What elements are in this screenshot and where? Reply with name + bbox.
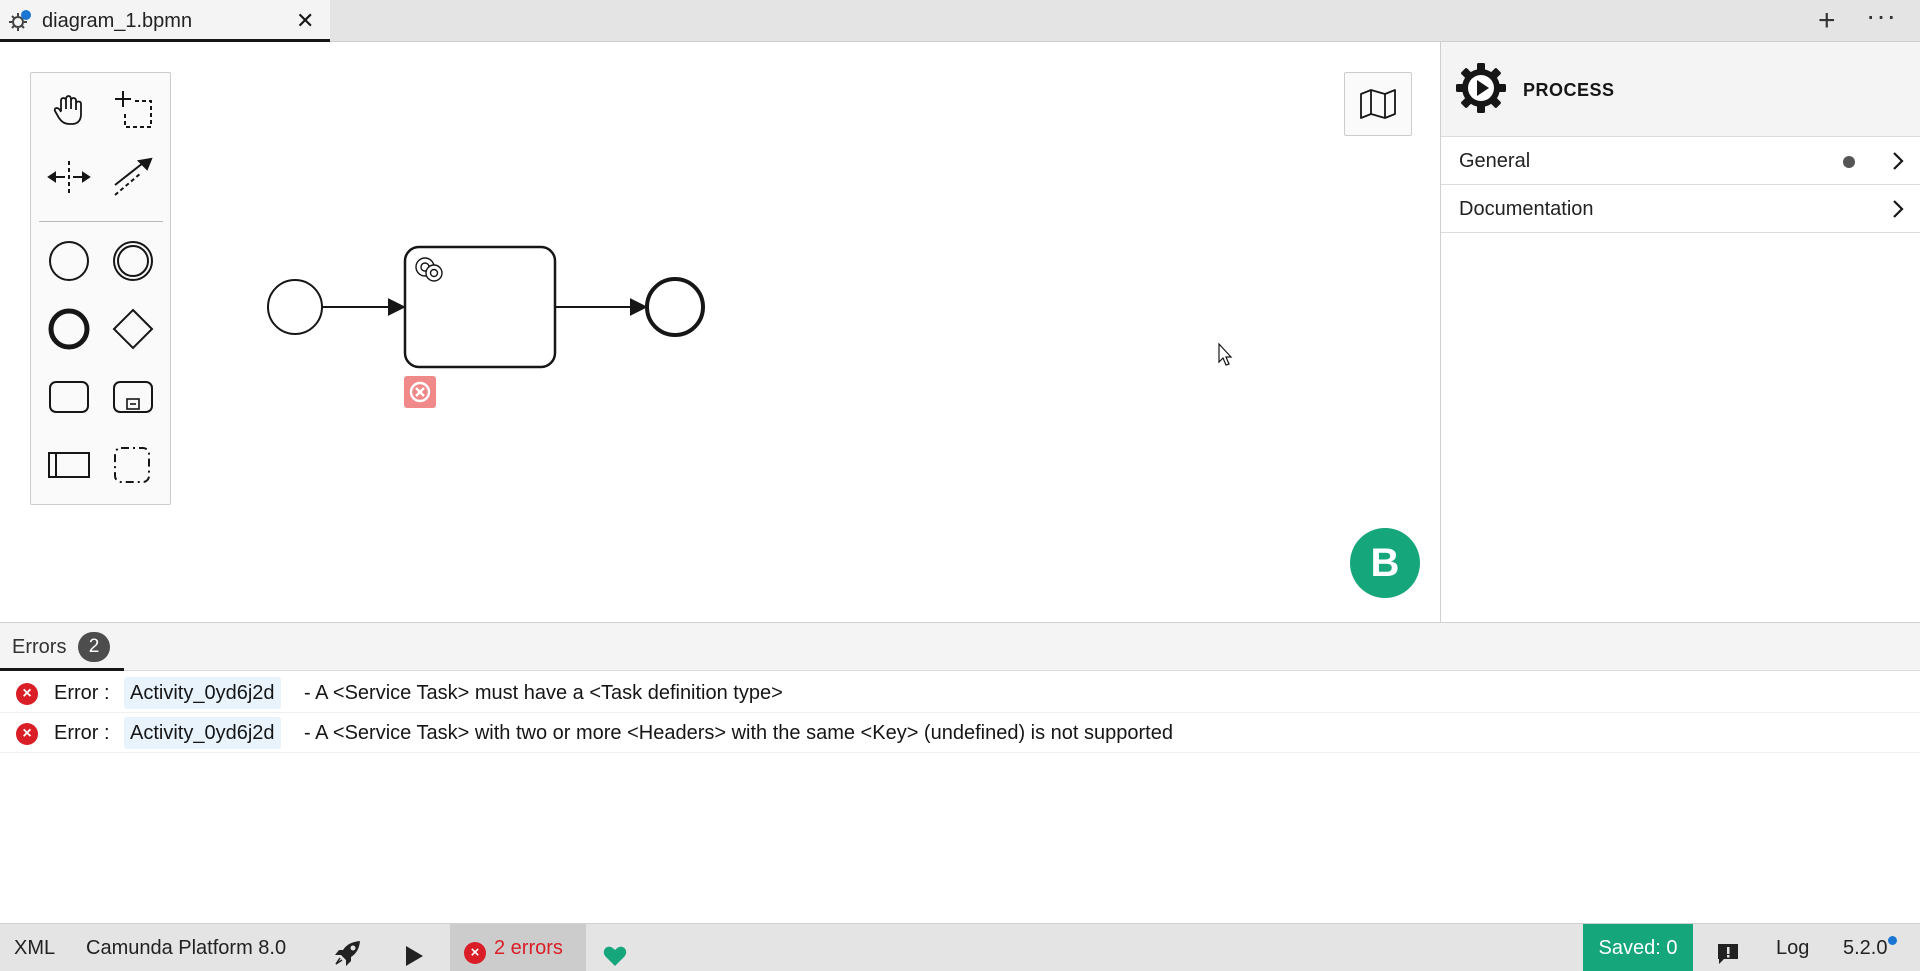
group-label: General [1459, 150, 1531, 172]
group-label: Documentation [1459, 198, 1594, 220]
errors-count-badge: 2 [78, 632, 110, 662]
close-icon[interactable]: ✕ [296, 8, 314, 34]
error-message: - A <Service Task> must have a <Task def… [304, 682, 783, 704]
version-text: 5.2.0 [1843, 937, 1888, 959]
gateway-icon[interactable] [105, 301, 161, 357]
map-icon [1360, 89, 1396, 119]
add-tab-button[interactable]: + [1818, 4, 1836, 38]
error-label: Error : [54, 722, 110, 744]
logo-letter: B [1370, 540, 1400, 585]
data-indicator [1843, 156, 1855, 168]
intermediate-event-icon[interactable] [105, 233, 161, 289]
bpmn-diagram [267, 245, 1233, 369]
pool-icon[interactable] [41, 437, 97, 493]
errors-panel: Errors 2 × Error : Activity_0yd6j2d - A … [0, 622, 1920, 923]
error-element-link[interactable]: Activity_0yd6j2d [124, 677, 281, 709]
process-icon [1455, 62, 1507, 119]
error-element-link[interactable]: Activity_0yd6j2d [124, 717, 281, 749]
properties-panel: PROCESS General Documentation [1440, 42, 1920, 622]
end-event-icon[interactable] [41, 301, 97, 357]
unsaved-indicator [21, 10, 31, 20]
update-indicator [1888, 936, 1898, 945]
chevron-right-icon [1891, 151, 1905, 176]
chevron-right-icon [1891, 199, 1905, 224]
error-message: - A <Service Task> with two or more <Hea… [304, 722, 1173, 744]
bpmn-file-icon [8, 10, 32, 32]
error-icon: × [16, 723, 38, 745]
errors-tab-label: Errors [12, 636, 67, 658]
status-bar: XML Camunda Platform 8.0 × 2 errors Saved… [0, 923, 1920, 971]
error-label: Error : [54, 682, 110, 704]
errors-status-button[interactable]: × 2 errors [450, 924, 586, 971]
end-event[interactable] [645, 277, 705, 337]
play-start-instance-icon[interactable] [404, 937, 424, 966]
lasso-tool-icon[interactable] [105, 81, 161, 137]
feedback-icon[interactable] [1716, 936, 1740, 964]
error-icon: × [16, 683, 38, 705]
error-icon [409, 381, 431, 403]
tab-bar: diagram_1.bpmn ✕ + ··· [0, 0, 1920, 42]
properties-title: PROCESS [1523, 80, 1615, 100]
start-event[interactable] [267, 279, 323, 335]
start-event-icon[interactable] [41, 233, 97, 289]
group-documentation[interactable]: Documentation [1441, 185, 1920, 233]
tab-title: diagram_1.bpmn [42, 10, 193, 32]
error-row[interactable]: × Error : Activity_0yd6j2d - A <Service … [0, 713, 1920, 753]
version-button[interactable]: 5.2.0 [1843, 924, 1898, 971]
rocket-deploy-icon[interactable] [334, 936, 362, 966]
mouse-cursor-icon [1218, 342, 1233, 366]
saved-status-badge: Saved: 0 [1583, 924, 1693, 971]
space-tool-icon[interactable] [41, 149, 97, 205]
minimap-toggle-button[interactable] [1344, 72, 1412, 136]
tool-palette [30, 72, 171, 505]
tab-errors[interactable]: Errors 2 [0, 623, 124, 671]
global-connect-icon[interactable] [105, 149, 161, 205]
palette-separator [39, 221, 163, 222]
bpmn-canvas[interactable]: B [0, 42, 1440, 622]
properties-header: PROCESS [1441, 42, 1920, 137]
xml-button[interactable]: XML [14, 924, 55, 971]
error-row[interactable]: × Error : Activity_0yd6j2d - A <Service … [0, 673, 1920, 713]
task-icon[interactable] [41, 369, 97, 425]
tab-diagram[interactable]: diagram_1.bpmn ✕ [0, 0, 330, 42]
heart-icon[interactable] [603, 937, 627, 966]
hand-tool-icon[interactable] [41, 81, 97, 137]
errors-tabbar: Errors 2 [0, 623, 1920, 671]
error-marker-button[interactable] [404, 376, 436, 408]
group-general[interactable]: General [1441, 137, 1920, 185]
errors-status-text: 2 errors [494, 937, 563, 959]
subprocess-icon[interactable] [105, 369, 161, 425]
group-icon[interactable] [105, 437, 161, 493]
error-icon: × [464, 942, 486, 964]
bpmn-io-logo[interactable]: B [1350, 528, 1420, 598]
engine-platform-button[interactable]: Camunda Platform 8.0 [86, 924, 286, 971]
log-button[interactable]: Log [1776, 924, 1809, 971]
more-options-icon[interactable]: ··· [1866, 0, 1897, 32]
